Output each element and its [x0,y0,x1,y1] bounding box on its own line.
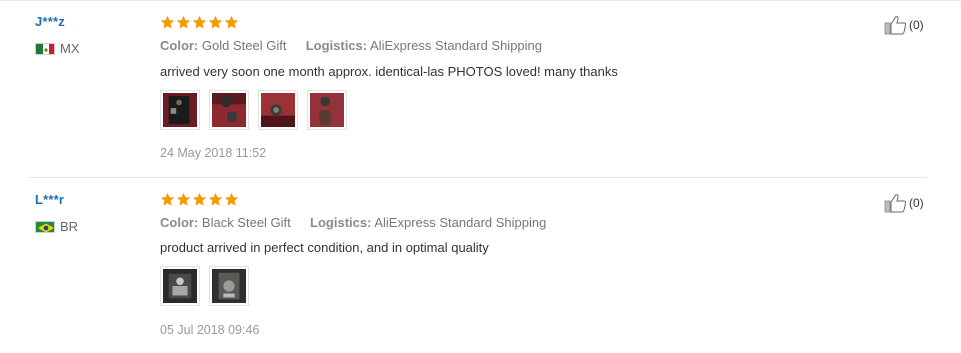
review-item: J***z MX Color: Gold Steel Gift Logistic… [0,0,961,177]
product-info: Color: Black Steel Gift Logistics: AliEx… [160,215,546,230]
star-icon [160,192,175,206]
star-icon [224,15,239,29]
star-rating [160,15,239,30]
review-photo-thumbnail[interactable] [258,90,298,130]
logistics-label: Logistics: [310,215,372,230]
review-text: product arrived in perfect condition, an… [160,240,489,255]
product-info: Color: Gold Steel Gift Logistics: AliExp… [160,38,542,53]
logistics-label: Logistics: [305,38,368,53]
review-item: L***r BR Color: Black Steel Gift Logisti… [0,178,961,353]
reviewer-name[interactable]: J***z [35,14,65,29]
review-date: 05 Jul 2018 09:46 [160,323,260,337]
review-photos [160,266,249,306]
country-code: MX [60,41,80,56]
color-label: Color: [160,38,199,53]
country-code: BR [60,219,79,234]
thumbs-up-icon [884,194,907,213]
helpful-count: (0) [909,196,924,210]
reviewer-country: MX [35,41,80,56]
brazil-flag-icon [35,220,55,233]
star-icon [208,192,223,206]
thumbs-up-icon [884,16,907,35]
review-text: arrived very soon one month approx. iden… [160,64,618,79]
star-icon [192,15,207,29]
reviewer-country: BR [35,219,78,234]
review-photo-thumbnail[interactable] [160,266,200,306]
logistics-value: AliExpress Standard Shipping [374,215,547,230]
star-rating [160,192,239,207]
review-photo-thumbnail[interactable] [209,266,249,306]
helpful-button[interactable]: (0) [884,15,924,35]
color-value: Gold Steel Gift [201,38,287,53]
logistics-value: AliExpress Standard Shipping [370,38,543,53]
reviewer-name[interactable]: L***r [35,192,64,207]
star-icon [160,15,175,29]
star-icon [192,192,207,206]
star-icon [224,192,239,206]
review-photo-thumbnail[interactable] [160,90,200,130]
review-date: 24 May 2018 11:52 [160,146,267,160]
review-photo-thumbnail[interactable] [307,90,347,130]
color-label: Color: [160,215,199,230]
mexico-flag-icon [35,42,55,55]
review-photo-thumbnail[interactable] [209,90,249,130]
star-icon [176,15,191,29]
review-photos [160,90,347,130]
star-icon [176,192,191,206]
star-icon [208,15,223,29]
helpful-button[interactable]: (0) [884,193,924,213]
color-value: Black Steel Gift [201,215,291,230]
helpful-count: (0) [909,18,924,32]
